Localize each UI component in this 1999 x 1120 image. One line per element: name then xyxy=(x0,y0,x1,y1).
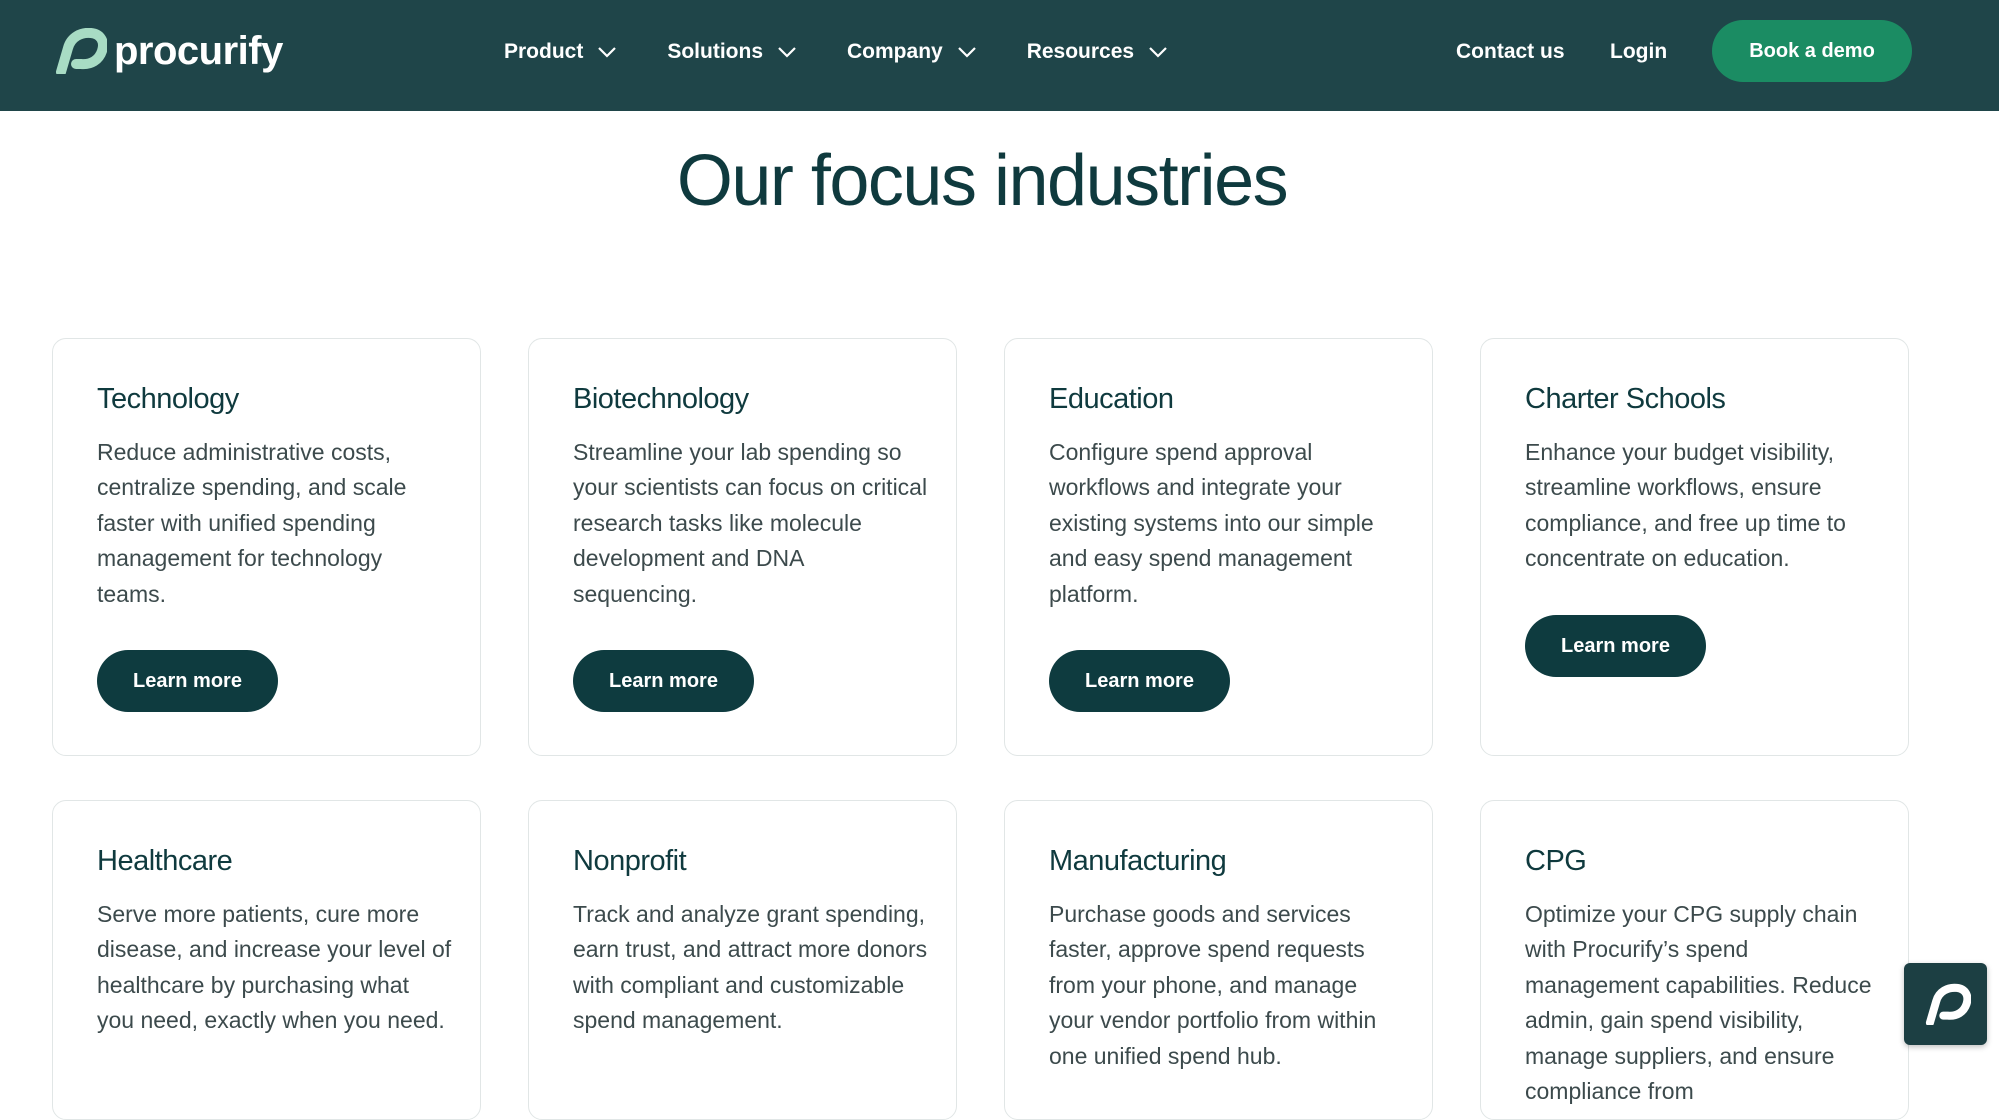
procurify-logo-icon xyxy=(56,28,107,74)
industry-card-healthcare: Healthcare Serve more patients, cure mor… xyxy=(52,800,481,1120)
card-description: Configure spend approval workflows and i… xyxy=(1049,439,1374,607)
login-link[interactable]: Login xyxy=(1610,0,1667,103)
industry-card-nonprofit: Nonprofit Track and analyze grant spendi… xyxy=(528,800,957,1120)
card-title: Charter Schools xyxy=(1525,383,1726,415)
card-description: Track and analyze grant spending, earn t… xyxy=(573,901,928,1034)
card-description: Streamline your lab spending so your sci… xyxy=(573,439,928,607)
chevron-down-icon xyxy=(778,46,796,58)
card-title: Healthcare xyxy=(97,845,233,877)
contact-us-link[interactable]: Contact us xyxy=(1456,0,1565,103)
card-title: Manufacturing xyxy=(1049,845,1227,877)
industry-card-biotechnology: Biotechnology Streamline your lab spendi… xyxy=(528,338,957,756)
industry-card-cpg: CPG Optimize your CPG supply chain with … xyxy=(1480,800,1909,1120)
card-description: Reduce administrative costs, centralize … xyxy=(97,439,407,607)
card-description: Optimize your CPG supply chain with Proc… xyxy=(1525,901,1872,1105)
learn-more-button[interactable]: Learn more xyxy=(97,650,278,712)
learn-more-button[interactable]: Learn more xyxy=(1525,615,1706,677)
menu-company-label: Company xyxy=(847,39,943,63)
card-title: Education xyxy=(1049,383,1174,415)
procurify-chat-icon xyxy=(1925,983,1971,1025)
card-description: Purchase goods and services faster, appr… xyxy=(1049,901,1377,1069)
industry-card-manufacturing: Manufacturing Purchase goods and service… xyxy=(1004,800,1433,1120)
industry-card-education: Education Configure spend approval workf… xyxy=(1004,338,1433,756)
card-description: Enhance your budget visibility, streamli… xyxy=(1525,439,1846,572)
section-title: Our focus industries xyxy=(676,141,1289,221)
chevron-down-icon xyxy=(1149,46,1167,58)
card-title: Nonprofit xyxy=(573,845,687,877)
industry-card-charter-schools: Charter Schools Enhance your budget visi… xyxy=(1480,338,1909,756)
industry-card-technology: Technology Reduce administrative costs, … xyxy=(52,338,481,756)
menu-solutions-label: Solutions xyxy=(667,39,764,63)
card-title: Technology xyxy=(97,383,239,415)
learn-more-button[interactable]: Learn more xyxy=(573,650,754,712)
card-title: Biotechnology xyxy=(573,383,749,415)
chat-widget-button[interactable] xyxy=(1904,963,1987,1045)
card-title: CPG xyxy=(1525,845,1587,877)
menu-product[interactable]: Product xyxy=(504,40,617,64)
chevron-down-icon xyxy=(957,46,976,58)
card-description: Serve more patients, cure more disease, … xyxy=(97,901,452,1034)
brand-name: procurify xyxy=(114,29,283,73)
learn-more-button[interactable]: Learn more xyxy=(1049,650,1230,712)
menu-resources[interactable]: Resources xyxy=(1027,40,1168,64)
procurify-logo[interactable]: procurify xyxy=(51,28,283,74)
top-navigation: procurify Product Solutions Company Reso… xyxy=(0,0,1999,111)
menu-resources-label: Resources xyxy=(1026,39,1135,63)
menu-company[interactable]: Company xyxy=(847,40,977,64)
book-demo-button[interactable]: Book a demo xyxy=(1712,20,1912,82)
main-menu: Product Solutions Company Resources xyxy=(504,0,1218,103)
menu-solutions[interactable]: Solutions xyxy=(667,40,797,64)
menu-product-label: Product xyxy=(504,39,584,63)
chevron-down-icon xyxy=(598,46,617,58)
